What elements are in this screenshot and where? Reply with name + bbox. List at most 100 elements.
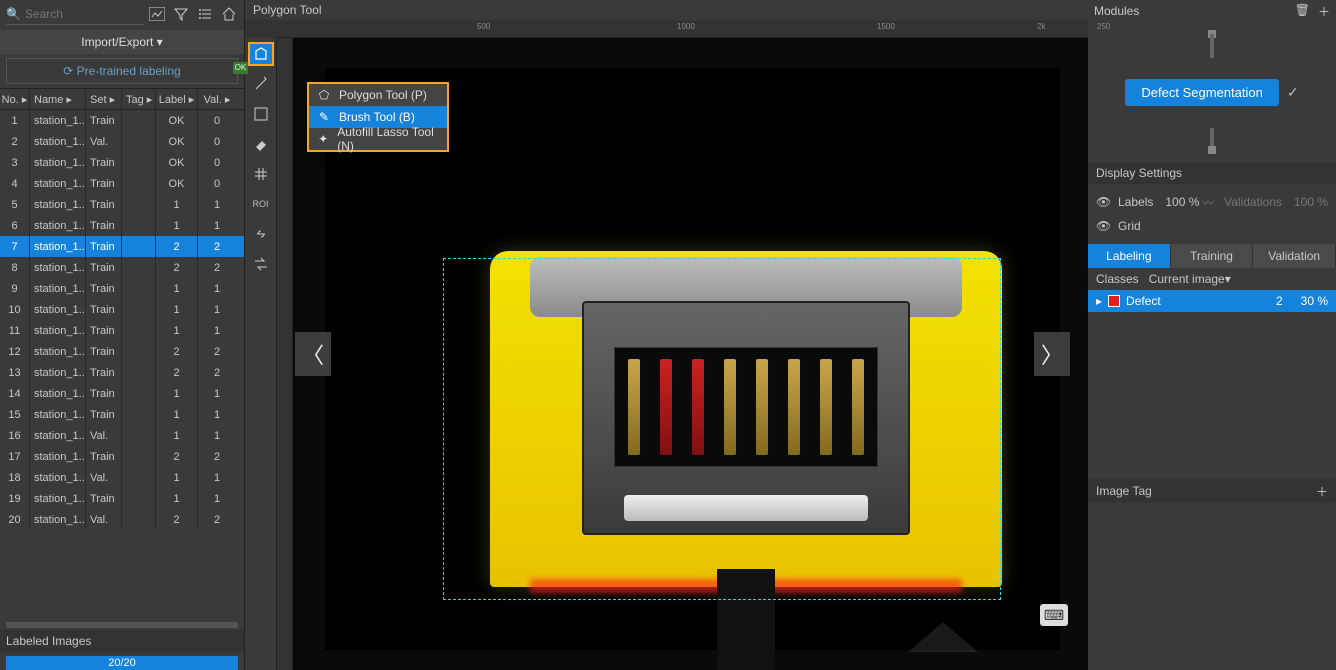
col-tag[interactable]: Tag ▸ — [122, 89, 156, 109]
grid-tool-button[interactable] — [248, 162, 274, 186]
pretrained-label: Pre-trained labeling — [77, 64, 181, 78]
keyboard-button[interactable]: ⌨ — [1040, 604, 1068, 626]
modules-title: Modules — [1094, 4, 1139, 18]
class-count: 2 — [1276, 294, 1283, 308]
table-row[interactable]: 5station_1...Train11 — [0, 194, 244, 215]
pretrained-labeling-button[interactable]: ⟳ Pre-trained labeling — [6, 58, 238, 84]
filter-icon[interactable] — [172, 5, 190, 23]
tool-context-menu: ⬠Polygon Tool (P)✎Brush Tool (B)✦Autofil… — [307, 82, 449, 152]
col-val[interactable]: Val. ▸ — [198, 89, 236, 109]
ruler-horizontal: 500 1000 1500 2k 250 — [277, 20, 1088, 38]
image-viewport — [325, 68, 1060, 650]
wand-tool-button[interactable] — [248, 72, 274, 96]
selection-rect[interactable] — [443, 258, 1001, 600]
table-header: No. ▸ Name ▸ Set ▸ Tag ▸ Label ▸ Val. ▸ — [0, 88, 244, 110]
list-icon[interactable] — [196, 5, 214, 23]
tab-labeling[interactable]: Labeling — [1088, 244, 1171, 268]
right-panel: Modules 🗑 ＋ Defect Segmentation ✓ Displa… — [1088, 0, 1336, 670]
roi-tool-button[interactable]: ROI — [248, 192, 274, 216]
delete-module-icon[interactable]: 🗑 — [1295, 3, 1310, 20]
grid-toggle[interactable]: 👁 Grid — [1096, 214, 1328, 238]
link-tool-button[interactable] — [248, 222, 274, 246]
image-grid-icon[interactable] — [148, 5, 166, 23]
table-row[interactable]: 2station_1...Val.OK0 — [0, 131, 244, 152]
wave-icon: 〰 — [1202, 194, 1216, 211]
table-body: 1station_1...TrainOK02station_1...Val.OK… — [0, 110, 244, 618]
pretrained-icon: ⟳ — [63, 64, 73, 78]
ok-badge: OK — [233, 62, 248, 74]
table-row[interactable]: 11station_1...Train11 — [0, 320, 244, 341]
image-tag-body — [1088, 503, 1336, 670]
table-row[interactable]: 12station_1...Train22 — [0, 341, 244, 362]
tool-title: Polygon Tool — [245, 0, 1088, 20]
vertical-toolbar: OK ROI — [245, 38, 277, 670]
col-set[interactable]: Set ▸ — [86, 89, 122, 109]
table-row[interactable]: 4station_1...TrainOK0 — [0, 173, 244, 194]
search-icon: 🔍 — [6, 7, 21, 21]
ctx-icon: ✦ — [317, 132, 329, 146]
ctx-item[interactable]: ⬠Polygon Tool (P) — [309, 84, 447, 106]
class-name: Defect — [1126, 294, 1161, 308]
class-color-swatch — [1108, 295, 1120, 307]
table-row[interactable]: 20station_1...Val.22 — [0, 509, 244, 530]
labeled-progress: 20/20 — [6, 656, 238, 670]
eraser-tool-button[interactable] — [248, 132, 274, 156]
expand-icon[interactable]: ▸ — [1096, 294, 1102, 308]
tab-validation[interactable]: Validation — [1253, 244, 1336, 268]
search-input[interactable] — [21, 7, 144, 21]
modules-header: Modules 🗑 ＋ — [1088, 0, 1336, 22]
watermark-logo — [908, 622, 978, 662]
add-module-icon[interactable]: ＋ — [1318, 3, 1330, 20]
table-row[interactable]: 10station_1...Train11 — [0, 299, 244, 320]
ctx-item[interactable]: ✦Autofill Lasso Tool (N) — [309, 128, 447, 150]
prev-image-button[interactable]: 〈 — [295, 332, 331, 376]
ctx-icon: ⬠ — [317, 88, 331, 102]
eye-icon: 👁 — [1096, 195, 1110, 209]
labels-toggle[interactable]: 👁 Labels 100 % — [1096, 190, 1199, 214]
class-pct: 30 % — [1301, 294, 1328, 308]
mode-tabs: Labeling Training Validation — [1088, 244, 1336, 268]
table-row[interactable]: 1station_1...TrainOK0 — [0, 110, 244, 131]
classes-header: Classes Current image▾ — [1088, 268, 1336, 290]
shape-tool-button[interactable] — [248, 102, 274, 126]
table-row[interactable]: 19station_1...Train11 — [0, 488, 244, 509]
classes-scope-dropdown[interactable]: Current image▾ — [1149, 272, 1231, 286]
validations-toggle[interactable]: 〰 Validations 100 % — [1202, 190, 1328, 214]
canvas[interactable]: ⬠Polygon Tool (P)✎Brush Tool (B)✦Autofil… — [277, 38, 1088, 670]
labeled-summary: Labeled Images — [0, 630, 244, 652]
image-tag-header: Image Tag ＋ — [1088, 479, 1336, 503]
table-row[interactable]: 14station_1...Train11 — [0, 383, 244, 404]
table-row[interactable]: 8station_1...Train22 — [0, 257, 244, 278]
left-sidebar: 🔍 Import/Export ▾ ⟳ Pre-trained labeling… — [0, 0, 245, 670]
display-settings-header: Display Settings — [1088, 162, 1336, 184]
canvas-panel: Polygon Tool 500 1000 1500 2k 250 OK ROI — [245, 0, 1088, 670]
polygon-tool-button[interactable] — [248, 42, 274, 66]
table-row[interactable]: 6station_1...Train11 — [0, 215, 244, 236]
col-label[interactable]: Label ▸ — [156, 89, 198, 109]
table-row[interactable]: 13station_1...Train22 — [0, 362, 244, 383]
table-row[interactable]: 17station_1...Train22 — [0, 446, 244, 467]
table-row[interactable]: 7station_1...Train22 — [0, 236, 244, 257]
ruler-vertical — [277, 38, 293, 670]
module-defect-segmentation[interactable]: Defect Segmentation — [1125, 79, 1278, 106]
add-tag-icon[interactable]: ＋ — [1316, 483, 1328, 500]
next-image-button[interactable]: 〉 — [1034, 332, 1070, 376]
table-row[interactable]: 3station_1...TrainOK0 — [0, 152, 244, 173]
horizontal-scrollbar[interactable] — [6, 622, 238, 628]
table-row[interactable]: 18station_1...Val.11 — [0, 467, 244, 488]
ctx-icon: ✎ — [317, 110, 331, 124]
eye-icon: 👁 — [1096, 219, 1110, 233]
table-row[interactable]: 15station_1...Train11 — [0, 404, 244, 425]
table-row[interactable]: 9station_1...Train11 — [0, 278, 244, 299]
module-graph: Defect Segmentation ✓ — [1088, 22, 1336, 162]
module-check-icon[interactable]: ✓ — [1287, 84, 1299, 101]
tab-training[interactable]: Training — [1171, 244, 1254, 268]
class-defect-row[interactable]: ▸ Defect 2 30 % — [1088, 290, 1336, 312]
home-icon[interactable] — [220, 5, 238, 23]
transfer-tool-button[interactable] — [248, 252, 274, 276]
col-name[interactable]: Name ▸ — [30, 89, 86, 109]
table-row[interactable]: 16station_1...Val.11 — [0, 425, 244, 446]
search-box[interactable]: 🔍 — [6, 3, 144, 25]
col-no[interactable]: No. ▸ — [0, 89, 30, 109]
import-export-button[interactable]: Import/Export ▾ — [0, 30, 244, 54]
